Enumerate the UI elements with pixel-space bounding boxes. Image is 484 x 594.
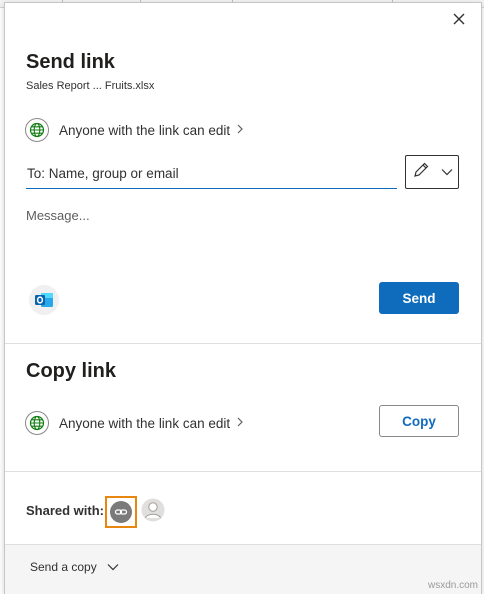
edit-permission-dropdown[interactable] [405,155,459,189]
copy-link-title: Copy link [26,360,117,382]
shared-with-label: Shared with: [26,503,105,518]
close-icon[interactable] [451,11,467,27]
copy-permission-selector[interactable]: Anyone with the link can edit [25,410,244,436]
chevron-down-icon [107,560,119,574]
shared-link-avatar[interactable] [105,496,137,528]
recipient-input[interactable] [26,163,397,189]
chevron-right-icon [236,416,244,430]
chevron-down-icon [441,163,453,181]
chevron-right-icon [236,123,244,137]
pencil-icon [412,161,430,184]
send-button[interactable]: Send [379,282,459,314]
globe-icon [25,411,49,435]
permission-label: Anyone with the link can edit [59,415,231,431]
section-divider [5,471,481,472]
send-copy-label: Send a copy [30,560,97,574]
send-a-copy-button[interactable]: Send a copy [30,560,119,574]
share-dialog: Send link Sales Report ... Fruits.xlsx A… [4,2,482,594]
message-field[interactable] [26,208,456,268]
outlook-icon[interactable] [29,285,59,315]
file-name: Sales Report ... Fruits.xlsx [26,80,155,92]
link-icon [110,501,132,523]
section-divider [5,343,481,344]
watermark: wsxdn.com [427,580,478,591]
copy-button[interactable]: Copy [379,405,459,437]
globe-icon [25,118,49,142]
person-icon[interactable] [141,498,165,522]
send-permission-selector[interactable]: Anyone with the link can edit [25,117,244,143]
permission-label: Anyone with the link can edit [59,122,231,138]
send-link-title: Send link [26,51,115,73]
